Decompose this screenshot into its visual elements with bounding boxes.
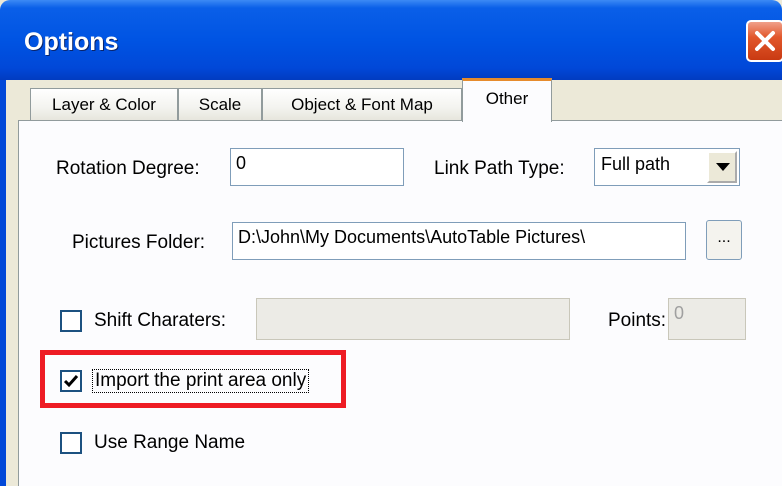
rotation-degree-label: Rotation Degree: bbox=[56, 158, 200, 179]
tab-object-font-map[interactable]: Object & Font Map bbox=[262, 88, 462, 120]
points-label: Points: bbox=[608, 310, 667, 331]
tab-layer-color[interactable]: Layer & Color bbox=[30, 88, 178, 120]
shift-characters-input[interactable] bbox=[256, 298, 570, 340]
title-bar[interactable]: Options bbox=[0, 0, 782, 80]
pictures-folder-label: Pictures Folder: bbox=[72, 232, 206, 253]
pictures-folder-input[interactable]: D:\John\My Documents\AutoTable Pictures\ bbox=[232, 222, 686, 260]
browse-button[interactable]: ... bbox=[706, 220, 742, 260]
shift-characters-checkbox[interactable] bbox=[60, 310, 82, 332]
options-dialog: Options Layer & Color Scale Object & Fon… bbox=[0, 0, 782, 486]
tab-label: Scale bbox=[198, 95, 242, 114]
tab-label: Layer & Color bbox=[52, 95, 156, 114]
use-range-name-checkbox[interactable] bbox=[60, 432, 82, 454]
close-button[interactable] bbox=[746, 20, 782, 62]
points-input[interactable]: 0 bbox=[668, 298, 746, 340]
link-path-type-label: Link Path Type: bbox=[434, 158, 565, 179]
tab-other[interactable]: Other bbox=[462, 78, 552, 122]
rotation-degree-input[interactable]: 0 bbox=[230, 148, 404, 186]
link-path-type-value: Full path bbox=[601, 154, 671, 174]
dialog-title: Options bbox=[24, 28, 119, 56]
window-frame bbox=[0, 80, 6, 486]
highlight-annotation bbox=[40, 350, 346, 408]
tab-scale[interactable]: Scale bbox=[178, 88, 262, 120]
chevron-down-icon bbox=[716, 163, 730, 171]
use-range-name-label: Use Range Name bbox=[94, 432, 246, 453]
close-icon bbox=[755, 31, 775, 51]
shift-characters-label: Shift Charaters: bbox=[94, 310, 226, 331]
link-path-type-select[interactable]: Full path bbox=[594, 148, 740, 186]
tab-label: Object & Font Map bbox=[291, 95, 433, 114]
dropdown-button[interactable] bbox=[707, 151, 737, 183]
tab-label: Other bbox=[485, 89, 529, 108]
